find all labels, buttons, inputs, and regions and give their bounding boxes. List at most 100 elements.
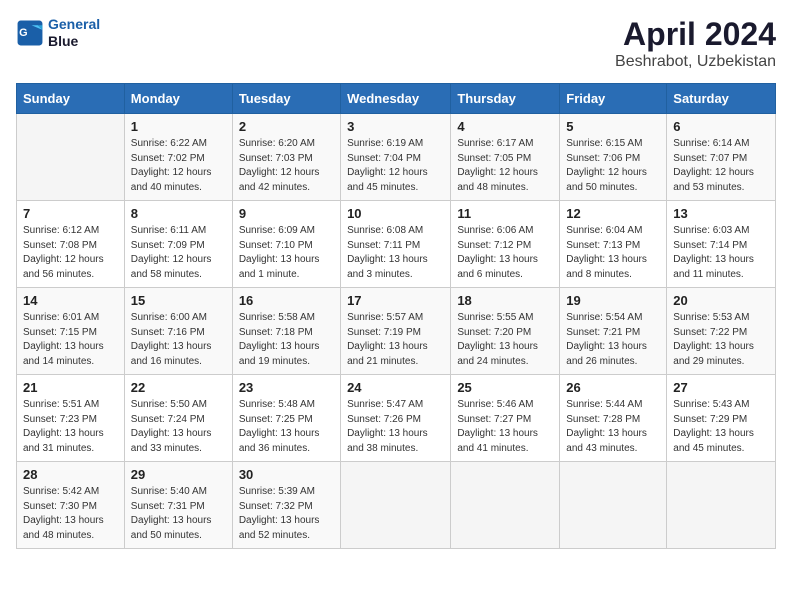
- day-number: 20: [673, 293, 769, 308]
- day-number: 12: [566, 206, 660, 221]
- calendar-cell: 6 Sunrise: 6:14 AMSunset: 7:07 PMDaylight…: [667, 114, 776, 201]
- calendar-cell: 20 Sunrise: 5:53 AMSunset: 7:22 PMDayligh…: [667, 288, 776, 375]
- calendar-cell: 8 Sunrise: 6:11 AMSunset: 7:09 PMDaylight…: [124, 201, 232, 288]
- weekday-header-tuesday: Tuesday: [232, 84, 340, 114]
- day-number: 30: [239, 467, 334, 482]
- day-number: 10: [347, 206, 444, 221]
- day-number: 5: [566, 119, 660, 134]
- day-info: Sunrise: 5:39 AMSunset: 7:32 PMDaylight:…: [239, 485, 334, 543]
- day-info: Sunrise: 6:20 AMSunset: 7:03 PMDaylight:…: [239, 137, 334, 195]
- day-info: Sunrise: 6:04 AMSunset: 7:13 PMDaylight:…: [566, 224, 660, 282]
- calendar-week-row: 7 Sunrise: 6:12 AMSunset: 7:08 PMDaylight…: [17, 201, 776, 288]
- day-number: 26: [566, 380, 660, 395]
- calendar-cell: [17, 114, 125, 201]
- day-number: 21: [23, 380, 118, 395]
- logo-icon: G: [16, 19, 44, 47]
- logo: G General Blue: [16, 16, 100, 50]
- calendar-cell: 18 Sunrise: 5:55 AMSunset: 7:20 PMDayligh…: [451, 288, 560, 375]
- day-info: Sunrise: 6:01 AMSunset: 7:15 PMDaylight:…: [23, 311, 118, 369]
- day-number: 1: [131, 119, 226, 134]
- day-info: Sunrise: 6:11 AMSunset: 7:09 PMDaylight:…: [131, 224, 226, 282]
- calendar-cell: 7 Sunrise: 6:12 AMSunset: 7:08 PMDaylight…: [17, 201, 125, 288]
- day-number: 29: [131, 467, 226, 482]
- day-info: Sunrise: 6:09 AMSunset: 7:10 PMDaylight:…: [239, 224, 334, 282]
- day-number: 25: [457, 380, 553, 395]
- page-subtitle: Beshrabot, Uzbekistan: [615, 53, 776, 71]
- calendar-cell: 22Sunrise: 5:50 AMSunset: 7:24 PMDayligh…: [124, 375, 232, 462]
- day-number: 18: [457, 293, 553, 308]
- day-number: 27: [673, 380, 769, 395]
- title-block: April 2024 Beshrabot, Uzbekistan: [615, 16, 776, 71]
- day-number: 16: [239, 293, 334, 308]
- day-info: Sunrise: 5:51 AMSunset: 7:23 PMDaylight:…: [23, 398, 118, 456]
- weekday-header-thursday: Thursday: [451, 84, 560, 114]
- page-header: G General Blue April 2024 Beshrabot, Uzb…: [16, 16, 776, 71]
- day-info: Sunrise: 5:46 AMSunset: 7:27 PMDaylight:…: [457, 398, 553, 456]
- day-number: 7: [23, 206, 118, 221]
- weekday-header-monday: Monday: [124, 84, 232, 114]
- day-number: 23: [239, 380, 334, 395]
- day-info: Sunrise: 5:55 AMSunset: 7:20 PMDaylight:…: [457, 311, 553, 369]
- logo-general: General: [48, 16, 100, 32]
- day-info: Sunrise: 5:43 AMSunset: 7:29 PMDaylight:…: [673, 398, 769, 456]
- day-info: Sunrise: 5:57 AMSunset: 7:19 PMDaylight:…: [347, 311, 444, 369]
- day-number: 8: [131, 206, 226, 221]
- calendar-cell: [667, 462, 776, 549]
- day-number: 4: [457, 119, 553, 134]
- calendar-table: SundayMondayTuesdayWednesdayThursdayFrid…: [16, 83, 776, 549]
- day-info: Sunrise: 5:42 AMSunset: 7:30 PMDaylight:…: [23, 485, 118, 543]
- day-info: Sunrise: 6:14 AMSunset: 7:07 PMDaylight:…: [673, 137, 769, 195]
- calendar-cell: 17 Sunrise: 5:57 AMSunset: 7:19 PMDayligh…: [341, 288, 451, 375]
- day-info: Sunrise: 6:00 AMSunset: 7:16 PMDaylight:…: [131, 311, 226, 369]
- day-info: Sunrise: 6:06 AMSunset: 7:12 PMDaylight:…: [457, 224, 553, 282]
- calendar-cell: 14 Sunrise: 6:01 AMSunset: 7:15 PMDayligh…: [17, 288, 125, 375]
- calendar-cell: 3 Sunrise: 6:19 AMSunset: 7:04 PMDaylight…: [341, 114, 451, 201]
- day-info: Sunrise: 6:15 AMSunset: 7:06 PMDaylight:…: [566, 137, 660, 195]
- calendar-cell: 23Sunrise: 5:48 AMSunset: 7:25 PMDayligh…: [232, 375, 340, 462]
- day-number: 2: [239, 119, 334, 134]
- weekday-header-friday: Friday: [560, 84, 667, 114]
- calendar-cell: 28Sunrise: 5:42 AMSunset: 7:30 PMDayligh…: [17, 462, 125, 549]
- day-number: 24: [347, 380, 444, 395]
- calendar-cell: 26 Sunrise: 5:44 AMSunset: 7:28 PMDayligh…: [560, 375, 667, 462]
- day-info: Sunrise: 5:47 AMSunset: 7:26 PMDaylight:…: [347, 398, 444, 456]
- day-number: 6: [673, 119, 769, 134]
- calendar-cell: 11Sunrise: 6:06 AMSunset: 7:12 PMDayligh…: [451, 201, 560, 288]
- day-number: 17: [347, 293, 444, 308]
- day-number: 19: [566, 293, 660, 308]
- calendar-cell: 25 Sunrise: 5:46 AMSunset: 7:27 PMDayligh…: [451, 375, 560, 462]
- day-number: 3: [347, 119, 444, 134]
- calendar-cell: 12 Sunrise: 6:04 AMSunset: 7:13 PMDayligh…: [560, 201, 667, 288]
- day-info: Sunrise: 6:22 AMSunset: 7:02 PMDaylight:…: [131, 137, 226, 195]
- day-info: Sunrise: 6:19 AMSunset: 7:04 PMDaylight:…: [347, 137, 444, 195]
- calendar-cell: 29 Sunrise: 5:40 AMSunset: 7:31 PMDayligh…: [124, 462, 232, 549]
- day-number: 9: [239, 206, 334, 221]
- day-info: Sunrise: 6:12 AMSunset: 7:08 PMDaylight:…: [23, 224, 118, 282]
- day-number: 22: [131, 380, 226, 395]
- calendar-cell: 5 Sunrise: 6:15 AMSunset: 7:06 PMDaylight…: [560, 114, 667, 201]
- calendar-week-row: 1 Sunrise: 6:22 AMSunset: 7:02 PMDaylight…: [17, 114, 776, 201]
- calendar-cell: 15Sunrise: 6:00 AMSunset: 7:16 PMDayligh…: [124, 288, 232, 375]
- calendar-cell: [341, 462, 451, 549]
- day-info: Sunrise: 5:54 AMSunset: 7:21 PMDaylight:…: [566, 311, 660, 369]
- svg-text:G: G: [19, 27, 27, 39]
- calendar-cell: [451, 462, 560, 549]
- calendar-cell: 1 Sunrise: 6:22 AMSunset: 7:02 PMDaylight…: [124, 114, 232, 201]
- day-info: Sunrise: 5:44 AMSunset: 7:28 PMDaylight:…: [566, 398, 660, 456]
- day-info: Sunrise: 5:40 AMSunset: 7:31 PMDaylight:…: [131, 485, 226, 543]
- day-info: Sunrise: 6:08 AMSunset: 7:11 PMDaylight:…: [347, 224, 444, 282]
- weekday-header-wednesday: Wednesday: [341, 84, 451, 114]
- calendar-cell: 21 Sunrise: 5:51 AMSunset: 7:23 PMDayligh…: [17, 375, 125, 462]
- calendar-cell: 16 Sunrise: 5:58 AMSunset: 7:18 PMDayligh…: [232, 288, 340, 375]
- calendar-cell: 13Sunrise: 6:03 AMSunset: 7:14 PMDayligh…: [667, 201, 776, 288]
- calendar-cell: [560, 462, 667, 549]
- calendar-cell: 27 Sunrise: 5:43 AMSunset: 7:29 PMDayligh…: [667, 375, 776, 462]
- day-info: Sunrise: 5:58 AMSunset: 7:18 PMDaylight:…: [239, 311, 334, 369]
- calendar-cell: 4 Sunrise: 6:17 AMSunset: 7:05 PMDaylight…: [451, 114, 560, 201]
- day-info: Sunrise: 6:17 AMSunset: 7:05 PMDaylight:…: [457, 137, 553, 195]
- day-info: Sunrise: 6:03 AMSunset: 7:14 PMDaylight:…: [673, 224, 769, 282]
- calendar-cell: 2 Sunrise: 6:20 AMSunset: 7:03 PMDaylight…: [232, 114, 340, 201]
- day-number: 14: [23, 293, 118, 308]
- calendar-cell: 9 Sunrise: 6:09 AMSunset: 7:10 PMDaylight…: [232, 201, 340, 288]
- day-info: Sunrise: 5:53 AMSunset: 7:22 PMDaylight:…: [673, 311, 769, 369]
